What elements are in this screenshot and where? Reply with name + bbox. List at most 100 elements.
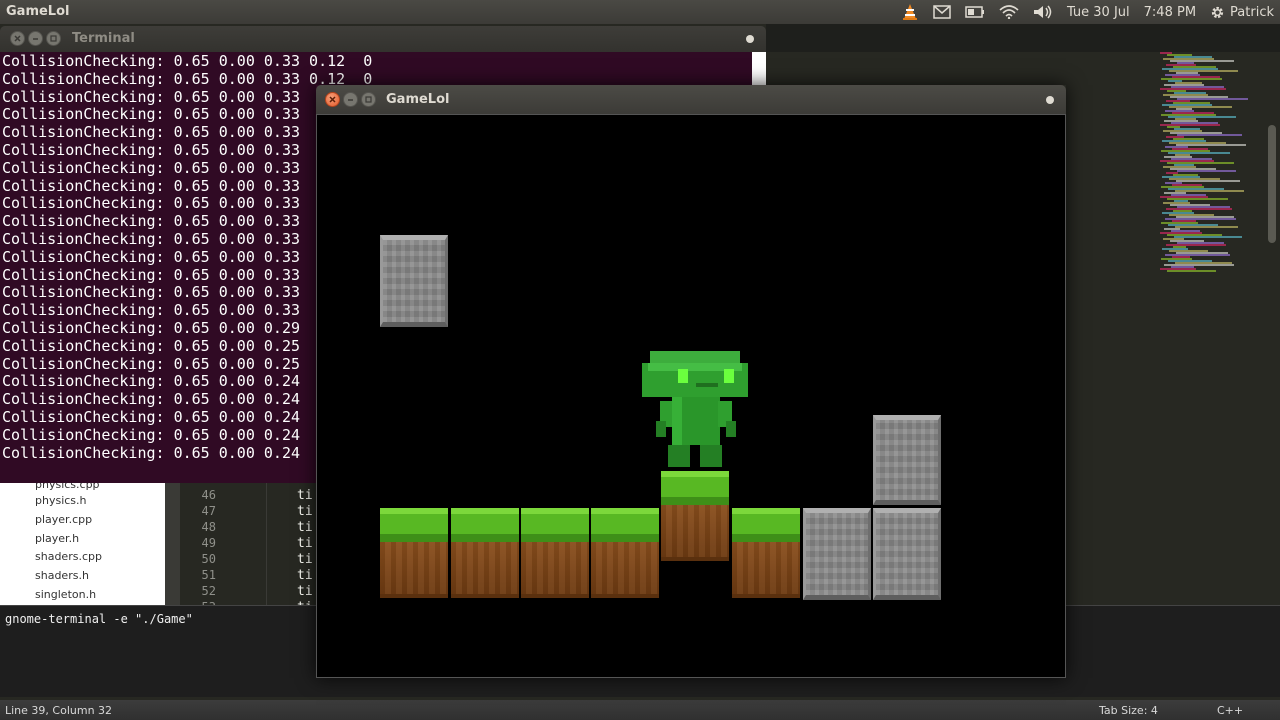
code-line: ti [297,552,313,567]
terminal-line: CollisionChecking: 0.65 0.00 0.33 [2,212,301,231]
panel-date[interactable]: Tue 30 Jul [1067,0,1130,24]
editor-tab-bar [766,24,1280,52]
editor-scrollbar[interactable] [1268,125,1276,243]
line-number: 46 [201,488,216,502]
sidebar-file-shaders-h[interactable]: shaders.h [35,569,89,582]
terminal-line: CollisionChecking: 0.65 0.00 0.33 [2,105,301,124]
code-line: ti [297,568,313,583]
tab-size-selector[interactable]: Tab Size: 4 [1099,704,1158,717]
top-panel: GameLol Tue 30 Jul 7:48 PM Patrick [0,0,1280,24]
minimap-line [1176,180,1240,182]
wifi-icon[interactable] [999,0,1019,24]
code-line: ti [297,536,313,551]
minimap-line [1175,226,1238,228]
player-sprite [642,351,748,467]
minimap-line [1177,134,1242,136]
grass-block [451,508,519,598]
grass-top [661,471,729,505]
terminal-line: CollisionChecking: 0.65 0.00 0.33 [2,176,301,195]
syntax-selector[interactable]: C++ [1217,704,1243,717]
grass-block [521,508,589,598]
terminal-titlebar[interactable]: Terminal [0,26,766,52]
code-line: ti [297,488,313,503]
terminal-maximize-button[interactable] [46,31,61,46]
maximize-icon [50,35,57,42]
file-sidebar: physics.cpp physics.h player.cpp player.… [0,478,165,605]
game-close-button[interactable] [325,92,340,107]
stone-block [803,508,871,600]
terminal-line: CollisionChecking: 0.65 0.00 0.33 [2,141,301,159]
terminal-line: CollisionChecking: 0.65 0.00 0.24 [2,372,301,391]
dirt [591,542,659,598]
sidebar-file-singleton-h[interactable]: singleton.h [35,588,96,601]
grass-block [732,508,800,598]
window-menu-dot-icon[interactable] [1046,96,1054,104]
game-canvas[interactable] [316,114,1066,678]
minimap-line [1174,236,1242,238]
active-app-name[interactable]: GameLol [6,4,69,19]
terminal-line: CollisionChecking: 0.65 0.00 0.33 [2,265,301,284]
grass-top [591,508,659,542]
terminal-minimize-button[interactable] [28,31,43,46]
grass-top [521,508,589,542]
stone-block [873,415,941,505]
user-name: Patrick [1230,4,1274,20]
volume-icon[interactable] [1033,0,1053,24]
terminal-line: CollisionChecking: 0.65 0.00 0.33 [2,123,301,142]
window-menu-dot-icon[interactable] [746,35,754,43]
terminal-line: CollisionChecking: 0.65 0.00 0.33 [2,158,301,177]
minimap-line [1177,170,1236,172]
terminal-line: CollisionChecking: 0.65 0.00 0.33 [2,194,301,213]
maximize-icon [365,96,372,103]
code-area[interactable]: ti ti ti ti ti ti ti ti ti [266,481,316,605]
minimap-line [1167,270,1216,272]
terminal-title: Terminal [72,31,135,46]
mail-icon[interactable] [933,0,951,24]
grass-block [661,471,729,561]
dirt [661,505,729,561]
close-icon [329,96,336,103]
terminal-close-button[interactable] [10,31,25,46]
line-number: 51 [201,568,216,582]
line-number: 48 [201,520,216,534]
sidebar-file-player-cpp[interactable]: player.cpp [35,513,92,526]
editor-minimap[interactable] [1150,52,1265,282]
grass-top [732,508,800,542]
sidebar-file-physics-h[interactable]: physics.h [35,494,87,507]
sidebar-file-player-h[interactable]: player.h [35,532,79,545]
game-minimize-button[interactable] [343,92,358,107]
game-maximize-button[interactable] [361,92,376,107]
status-bar: Line 39, Column 32 Tab Size: 4 C++ [0,700,1280,720]
panel-time[interactable]: 7:48 PM [1144,0,1196,24]
minimize-icon [33,38,38,40]
battery-icon[interactable] [965,0,985,24]
terminal-line: CollisionChecking: 0.65 0.00 0.25 [2,336,301,355]
minimize-icon [348,99,353,101]
line-number-gutter: 45 46 47 48 49 50 51 52 53 [180,472,266,614]
close-icon [14,35,21,42]
terminal-line: CollisionChecking: 0.65 0.00 0.24 [2,408,301,426]
sidebar-file-shaders-cpp[interactable]: shaders.cpp [35,550,102,563]
terminal-line: CollisionChecking: 0.65 0.00 0.24 [2,390,301,409]
vlc-icon[interactable] [901,0,919,24]
code-line: ti [297,584,313,599]
user-menu[interactable]: Patrick [1210,0,1274,24]
line-number: 50 [201,552,216,566]
game-window[interactable]: GameLol [316,85,1066,678]
stone-block [873,508,941,600]
dirt [451,542,519,598]
line-number: 52 [201,584,216,598]
terminal-line: CollisionChecking: 0.65 0.00 0.33 [2,283,301,302]
terminal-line: CollisionChecking: 0.65 0.00 0.33 [2,87,301,106]
terminal-line: CollisionChecking: 0.65 0.00 0.33 [2,301,301,320]
grass-top [451,508,519,542]
dirt [732,542,800,598]
grass-block [591,508,659,598]
terminal-line: CollisionChecking: 0.65 0.00 0.29 [2,319,301,337]
gear-icon [1211,6,1224,18]
terminal-line: CollisionChecking: 0.65 0.00 0.33 [2,230,301,248]
line-number: 49 [201,536,216,550]
game-titlebar[interactable]: GameLol [316,85,1066,114]
terminal-line: CollisionChecking: 0.65 0.00 0.33 [2,247,301,266]
code-line: ti [297,504,313,519]
